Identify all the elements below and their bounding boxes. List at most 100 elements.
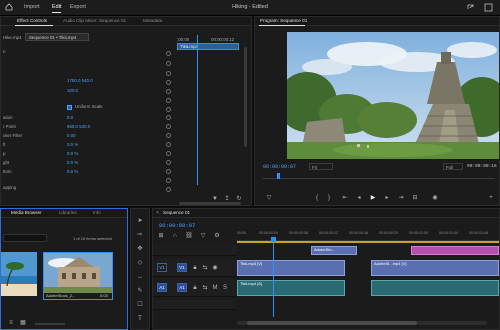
reset-icon[interactable]: [166, 187, 171, 192]
reset-icon[interactable]: [166, 178, 171, 183]
lift-icon[interactable]: ⊟: [411, 194, 419, 202]
track-target-a1[interactable]: A1: [177, 283, 187, 292]
reset-icon[interactable]: [166, 98, 171, 103]
media-thumbnail[interactable]: [1, 252, 37, 296]
razor-tool-icon[interactable]: ◇: [136, 259, 144, 267]
position-value[interactable]: 1750.0 540.0: [67, 78, 93, 83]
mini-playhead[interactable]: [197, 35, 198, 185]
camera-icon[interactable]: ◉: [431, 194, 439, 202]
program-title[interactable]: Program: Sequence 01: [260, 18, 307, 23]
tab-audio-clip-mixer[interactable]: Audio Clip Mixer: Sequence 01: [63, 18, 126, 23]
pen-tool-icon[interactable]: ✎: [136, 287, 144, 295]
reset-icon[interactable]: [166, 133, 171, 138]
mini-scrollbar[interactable]: [244, 47, 247, 147]
timeline-settings-icon[interactable]: ⚙: [213, 232, 221, 240]
scrub-playhead[interactable]: [277, 173, 280, 179]
add-marker-icon[interactable]: ▽: [265, 194, 273, 202]
clip-a1-tiki[interactable]: TikiLmp4 [A]: [237, 280, 345, 296]
timeline-ruler[interactable]: 00:00 00:00:00:04 00:00:00:08 00:00:00:1…: [237, 229, 499, 241]
reset-icon[interactable]: [166, 115, 171, 120]
linked-selection-icon[interactable]: ⛓: [185, 232, 193, 240]
scale-value[interactable]: 100.0: [67, 88, 78, 93]
program-scrub-bar[interactable]: [263, 173, 495, 179]
snap-icon[interactable]: ∩: [171, 232, 179, 240]
sequence-chip[interactable]: Sequence 01 • TikiLmp4: [25, 33, 89, 41]
reset-icon[interactable]: [166, 80, 171, 85]
reset-icon[interactable]: [166, 89, 171, 94]
reset-icon[interactable]: [166, 151, 171, 156]
timeline-horizontal-scrollbar[interactable]: [237, 321, 487, 325]
anchor-point-value[interactable]: 960.0 540.0: [67, 124, 90, 129]
track-lock-icon[interactable]: 🔒︎: [191, 264, 199, 272]
thumb-zoom-slider[interactable]: [35, 323, 65, 325]
mini-zoom-bar[interactable]: [179, 202, 241, 205]
anti-flicker-value[interactable]: 0.00: [67, 133, 76, 138]
program-timecode[interactable]: 00:00:00:07: [263, 164, 296, 170]
frame-back-icon[interactable]: ◂: [355, 194, 363, 202]
list-view-icon[interactable]: ≡: [7, 319, 15, 327]
fullscreen-icon[interactable]: [484, 3, 493, 12]
rotation-value[interactable]: 0.0: [67, 115, 73, 120]
clip-v2-pink[interactable]: [411, 246, 499, 255]
step-back-icon[interactable]: ⇤: [341, 194, 349, 202]
loop-icon[interactable]: ↻: [235, 195, 243, 203]
h-scroll-thumb[interactable]: [247, 321, 417, 325]
crop-right-value[interactable]: 0.0 %: [67, 160, 78, 165]
tab-sequence-01[interactable]: Sequence 01: [163, 210, 190, 215]
type-tool-icon[interactable]: T: [136, 315, 144, 323]
filter-icon[interactable]: ▼: [211, 195, 219, 203]
reset-icon[interactable]: [166, 107, 171, 112]
source-patch-a1[interactable]: A1: [157, 283, 167, 292]
timeline-timecode[interactable]: 00:00:00:07: [159, 222, 195, 229]
reset-icon[interactable]: [166, 61, 171, 66]
reset-icon[interactable]: [166, 71, 171, 76]
slip-tool-icon[interactable]: ↔: [136, 273, 144, 281]
reset-icon[interactable]: [166, 51, 171, 56]
uniform-scale-checkbox[interactable]: [67, 105, 72, 110]
selection-tool-icon[interactable]: ➤: [136, 217, 144, 225]
step-forward-icon[interactable]: ⇥: [397, 194, 405, 202]
media-search-field[interactable]: [3, 234, 47, 242]
icon-view-icon[interactable]: ▦: [19, 319, 27, 327]
track-target-v1[interactable]: V1: [177, 263, 187, 272]
reset-icon[interactable]: [166, 160, 171, 165]
media-thumbnail-selected[interactable]: AdobeStock_2... 0:03: [43, 252, 113, 300]
add-marker-tl-icon[interactable]: ▽: [199, 232, 207, 240]
track-select-icon[interactable]: ⇨: [136, 231, 144, 239]
tab-effect-controls[interactable]: Effect Controls: [17, 18, 47, 23]
clip-a1-second[interactable]: [371, 280, 499, 296]
work-area-bar[interactable]: [237, 241, 499, 243]
reset-icon[interactable]: [166, 124, 171, 129]
ripple-edit-icon[interactable]: ✥: [136, 245, 144, 253]
timeline-playhead[interactable]: [273, 241, 274, 317]
source-patch-v1[interactable]: V1: [157, 263, 167, 272]
tab-libraries[interactable]: Libraries: [59, 210, 77, 215]
mute-icon[interactable]: M: [211, 284, 219, 292]
toggle-output-icon[interactable]: ◉: [211, 264, 219, 272]
quick-export-icon[interactable]: [466, 3, 475, 12]
add-button-icon[interactable]: +: [487, 194, 495, 202]
tab-info[interactable]: Info: [93, 210, 101, 215]
mark-out-icon[interactable]: }: [325, 194, 333, 202]
crop-top-value[interactable]: 0.0 %: [67, 151, 78, 156]
reset-icon[interactable]: [166, 169, 171, 174]
clip-v1-adobestock[interactable]: AdobeSt...mp4 [V]: [371, 260, 499, 276]
play-icon[interactable]: ▶: [369, 194, 377, 202]
sync-lock-icon[interactable]: ⇆: [201, 264, 209, 272]
crop-bottom-value[interactable]: 0.0 %: [67, 169, 78, 174]
solo-icon[interactable]: S: [221, 284, 229, 292]
reset-icon[interactable]: [166, 142, 171, 147]
mini-timeline-clip[interactable]: TikiLmp4: [177, 43, 239, 50]
quality-dropdown[interactable]: Full: [443, 163, 463, 170]
sync-lock-icon[interactable]: ⇆: [201, 284, 209, 292]
export-icon[interactable]: ↥: [223, 195, 231, 203]
clip-v1-tiki[interactable]: TikiLmp4 [V]: [237, 260, 345, 276]
clip-v2-adobestock[interactable]: AdobeSto...: [311, 246, 357, 255]
frame-forward-icon[interactable]: ▸: [383, 194, 391, 202]
close-sequence-icon[interactable]: ×: [156, 210, 159, 216]
mark-in-icon[interactable]: {: [313, 194, 321, 202]
nest-icon[interactable]: ⊞: [157, 232, 165, 240]
tab-metadata[interactable]: Metadata: [143, 18, 162, 23]
hand-tool-icon[interactable]: ☐: [136, 301, 144, 309]
track-lock-icon[interactable]: 🔒︎: [191, 284, 199, 292]
